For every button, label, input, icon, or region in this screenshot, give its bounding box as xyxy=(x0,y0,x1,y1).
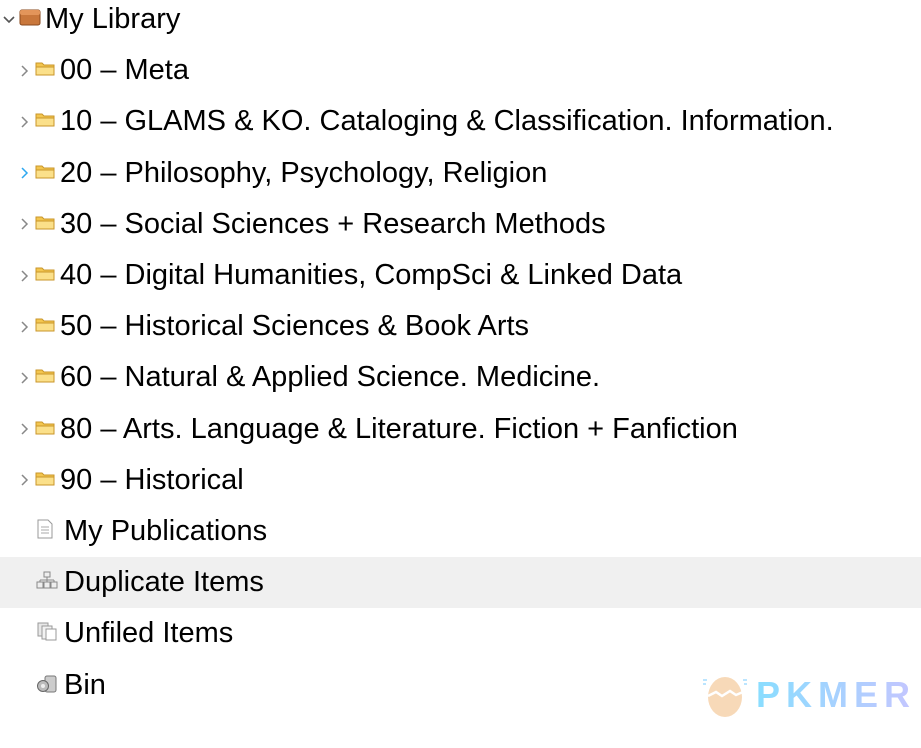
trash-icon xyxy=(36,673,58,698)
collection-row[interactable]: 80 – Arts. Language & Literature. Fictio… xyxy=(0,404,921,455)
chevron-right-icon[interactable] xyxy=(18,166,32,180)
watermark-text: PKMER xyxy=(756,674,917,715)
folder-icon xyxy=(35,419,55,440)
unfiled-items-row[interactable]: Unfiled Items xyxy=(0,608,921,659)
library-icon xyxy=(19,8,41,31)
folder-icon xyxy=(35,163,55,184)
library-label: My Library xyxy=(45,3,181,36)
collection-label: 60 – Natural & Applied Science. Medicine… xyxy=(60,361,601,394)
chevron-right-icon[interactable] xyxy=(18,320,32,334)
collection-label: 40 – Digital Humanities, CompSci & Linke… xyxy=(60,259,683,292)
folder-icon xyxy=(35,367,55,388)
collection-label: 50 – Historical Sciences & Book Arts xyxy=(60,310,530,343)
folder-icon xyxy=(35,214,55,235)
pkmer-watermark: PKMER xyxy=(700,672,916,718)
chevron-right-icon[interactable] xyxy=(18,217,32,231)
document-icon xyxy=(36,519,58,544)
chevron-right-icon[interactable] xyxy=(18,473,32,487)
chevron-right-icon[interactable] xyxy=(18,371,32,385)
collection-row[interactable]: 30 – Social Sciences + Research Methods xyxy=(0,199,921,250)
chevron-right-icon[interactable] xyxy=(18,422,32,436)
duplicate-items-row[interactable]: Duplicate Items xyxy=(0,557,921,609)
collection-label: 10 – GLAMS & KO. Cataloging & Classifica… xyxy=(60,105,834,138)
collection-row[interactable]: 60 – Natural & Applied Science. Medicine… xyxy=(0,352,921,403)
my-publications-row[interactable]: My Publications xyxy=(0,506,921,557)
special-label: Unfiled Items xyxy=(64,617,234,650)
collection-label: 90 – Historical xyxy=(60,463,244,496)
collection-row[interactable]: 20 – Philosophy, Psychology, Religion xyxy=(0,148,921,199)
folder-icon xyxy=(35,470,55,491)
collection-row[interactable]: 50 – Historical Sciences & Book Arts xyxy=(0,301,921,352)
library-row[interactable]: My Library xyxy=(0,0,921,45)
special-label: My Publications xyxy=(64,514,268,547)
special-label: Duplicate Items xyxy=(64,566,264,599)
chevron-down-icon[interactable] xyxy=(2,13,16,27)
chevron-right-icon[interactable] xyxy=(18,269,32,283)
unfiled-icon xyxy=(36,621,58,646)
folder-icon xyxy=(35,316,55,337)
collection-row[interactable]: 10 – GLAMS & KO. Cataloging & Classifica… xyxy=(0,96,921,147)
collection-tree: My Library 00 – Meta 10 – GLAMS & KO. Cat… xyxy=(0,0,921,711)
collection-row[interactable]: 00 – Meta xyxy=(0,45,921,96)
collection-label: 20 – Philosophy, Psychology, Religion xyxy=(60,156,548,189)
folder-icon xyxy=(35,60,55,81)
collection-label: 30 – Social Sciences + Research Methods xyxy=(60,207,606,240)
folder-icon xyxy=(35,265,55,286)
folder-icon xyxy=(35,111,55,132)
special-label: Bin xyxy=(64,668,106,701)
duplicate-icon xyxy=(36,570,58,595)
collection-row[interactable]: 40 – Digital Humanities, CompSci & Linke… xyxy=(0,250,921,301)
chevron-right-icon[interactable] xyxy=(18,115,32,129)
collection-label: 80 – Arts. Language & Literature. Fictio… xyxy=(60,412,738,445)
chevron-right-icon[interactable] xyxy=(18,64,32,78)
collection-row[interactable]: 90 – Historical xyxy=(0,455,921,506)
egg-logo-icon xyxy=(703,677,747,717)
collection-label: 00 – Meta xyxy=(60,54,189,87)
